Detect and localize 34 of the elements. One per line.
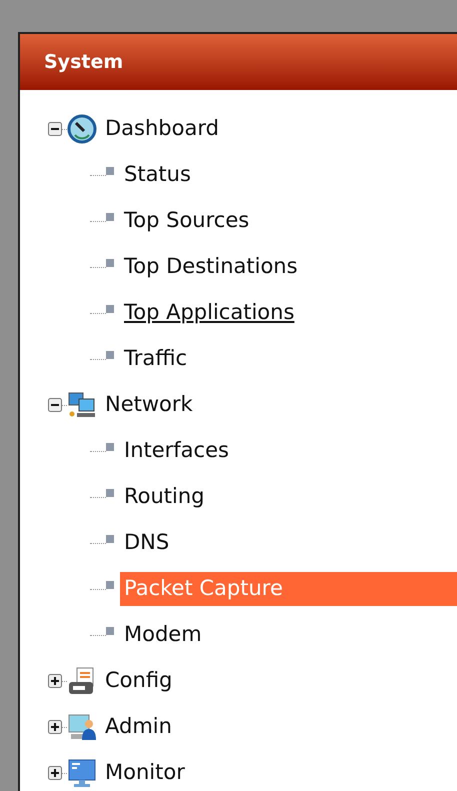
tree-item[interactable]: Top Applications	[120, 296, 298, 330]
bullet-icon	[106, 581, 114, 589]
tree-group-label[interactable]: Config	[105, 665, 172, 697]
gauge-icon	[67, 114, 97, 144]
tree-item[interactable]: DNS	[120, 526, 174, 560]
tree-group-label[interactable]: Monitor	[105, 757, 185, 789]
bullet-icon	[106, 627, 114, 635]
tree-item[interactable]: Traffic	[120, 342, 192, 376]
expand-icon[interactable]	[48, 766, 62, 780]
bullet-icon	[106, 443, 114, 451]
user-computer-icon	[67, 712, 97, 742]
tree-group-label[interactable]: Network	[105, 389, 193, 421]
bullet-icon	[106, 259, 114, 267]
collapse-icon[interactable]	[48, 122, 62, 136]
tree-group-label[interactable]: Admin	[105, 711, 172, 743]
bullet-icon	[106, 351, 114, 359]
collapse-icon[interactable]	[48, 398, 62, 412]
tree-item[interactable]: Top Destinations	[120, 250, 302, 284]
tree-item[interactable]: Modem	[120, 618, 206, 652]
tree-item[interactable]: Interfaces	[120, 434, 233, 468]
bullet-icon	[106, 535, 114, 543]
tree-item[interactable]: Top Sources	[120, 204, 254, 238]
tree-item[interactable]: Routing	[120, 480, 209, 514]
expand-icon[interactable]	[48, 674, 62, 688]
tree-item[interactable]: Status	[120, 158, 195, 192]
tree-group-label[interactable]: Dashboard	[105, 113, 219, 145]
bullet-icon	[106, 305, 114, 313]
bullet-icon	[106, 213, 114, 221]
computers-icon	[67, 390, 97, 420]
expand-icon[interactable]	[48, 720, 62, 734]
monitor-icon	[67, 758, 97, 788]
panel-title: System	[44, 50, 124, 75]
bullet-icon	[106, 489, 114, 497]
bullet-icon	[106, 167, 114, 175]
